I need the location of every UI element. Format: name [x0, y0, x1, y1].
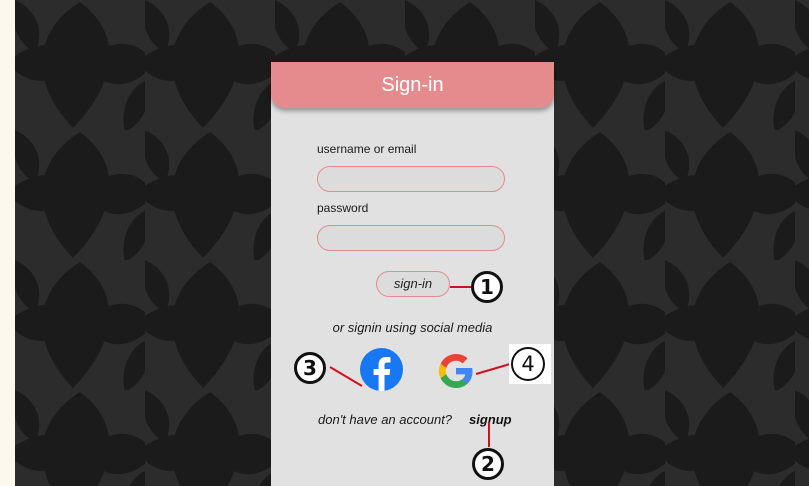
callout-lines [329, 286, 511, 447]
callout-signin-marker: 1 [471, 271, 503, 303]
callout-google-marker: 4 [511, 347, 545, 381]
callout-signup-marker: 2 [472, 448, 504, 480]
callout-facebook-marker: 3 [294, 352, 326, 384]
callout-google-backdrop: 4 [509, 344, 551, 384]
